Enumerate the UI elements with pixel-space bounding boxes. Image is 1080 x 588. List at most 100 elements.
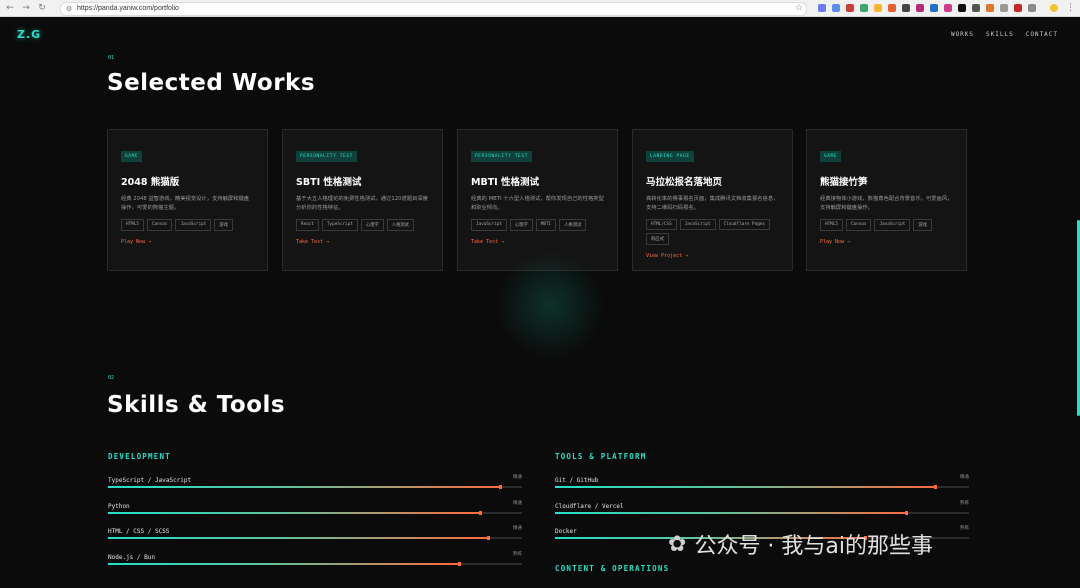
work-card[interactable]: PERSONALITY TEST MBTI 性格测试 经典的 MBTI 十六型人… <box>457 129 618 271</box>
card-link[interactable]: Play Now → <box>121 239 254 245</box>
skill-level: 精通 <box>513 475 522 480</box>
nav-skills-link[interactable]: SKILLS <box>986 31 1014 38</box>
card-tags: React TypeScript 心理学 人格测试 <box>296 219 429 231</box>
extension-icon[interactable] <box>1028 4 1036 12</box>
card-description: 基于大五人格理论的免费性格测试，通过120道题目深度分析你的性格特征。 <box>296 196 428 211</box>
skill-bar-marker <box>486 536 490 540</box>
skill-bar-marker <box>499 485 503 489</box>
card-tag: HTML5 <box>121 219 144 231</box>
skill-level: 精通 <box>513 501 522 506</box>
extension-icon[interactable] <box>888 4 896 12</box>
extension-icon[interactable] <box>944 4 952 12</box>
card-badge: GAME <box>820 151 842 162</box>
card-tag: Canvas <box>146 219 173 231</box>
skill-bar <box>555 511 969 515</box>
work-card[interactable]: LANDING PAGE 马拉松报名落地页 高转化率的赛事报名页面，集成腾讯文档… <box>632 129 793 271</box>
skill-name: Node.js / Bun <box>108 554 155 561</box>
skill-item: TypeScript / JavaScript 精通 <box>108 475 522 497</box>
site-nav: WORKS SKILLS CONTACT <box>951 31 1058 38</box>
skill-category-title: TOOLS & PLATFORM <box>555 452 647 461</box>
card-link[interactable]: Take Test → <box>296 239 429 245</box>
work-card[interactable]: GAME 2048 熊猫版 经典 2048 益智游戏，精美视觉设计，支持触屏和键… <box>107 129 268 271</box>
skills-section-title: Skills & Tools <box>107 392 286 418</box>
card-link[interactable]: Play Now → <box>820 239 953 245</box>
card-tags: HTML5 Canvas JavaScript 游戏 <box>121 219 254 231</box>
skill-bar-marker <box>457 562 461 566</box>
card-title: 马拉松报名落地页 <box>646 177 723 188</box>
extension-icon[interactable] <box>986 4 994 12</box>
extension-icon[interactable] <box>972 4 980 12</box>
card-tag: Cloudflare Pages <box>718 219 770 230</box>
skill-category-title: CONTENT & OPERATIONS <box>555 564 670 573</box>
skill-level: 熟练 <box>513 552 522 557</box>
site-logo[interactable]: Z.G <box>17 28 41 41</box>
skill-item: Node.js / Bun 熟练 <box>108 552 522 574</box>
extension-icon[interactable] <box>902 4 910 12</box>
skill-name: HTML / CSS / SCSS <box>108 528 170 535</box>
card-description: 经典 2048 益智游戏，精美视觉设计，支持触屏和键盘操作，可爱的熊猫主题。 <box>121 196 250 211</box>
card-tag: JavaScript <box>175 219 212 231</box>
card-link[interactable]: Take Test → <box>471 239 604 245</box>
work-card[interactable]: PERSONALITY TEST SBTI 性格测试 基于大五人格理论的免费性格… <box>282 129 443 271</box>
nav-works-link[interactable]: WORKS <box>951 31 974 38</box>
browser-menu-icon[interactable]: ⋮ <box>1066 2 1075 14</box>
extension-icon[interactable] <box>874 4 882 12</box>
skill-bar-fill <box>108 563 460 565</box>
bookmark-star-icon[interactable]: ☆ <box>795 2 803 14</box>
extension-icon[interactable] <box>846 4 854 12</box>
extension-icon[interactable] <box>832 4 840 12</box>
site-info-icon[interactable]: ⚙ <box>66 3 72 15</box>
extension-icon[interactable] <box>930 4 938 12</box>
nav-contact-link[interactable]: CONTACT <box>1026 31 1058 38</box>
extension-icon[interactable] <box>1014 4 1022 12</box>
card-title: MBTI 性格测试 <box>471 177 540 188</box>
skill-name: Cloudflare / Vercel <box>555 503 624 510</box>
extension-icon[interactable] <box>958 4 966 12</box>
card-link[interactable]: View Project → <box>646 253 779 259</box>
extension-icon[interactable] <box>916 4 924 12</box>
skill-bar-marker <box>933 485 937 489</box>
card-badge: PERSONALITY TEST <box>296 151 357 162</box>
reload-icon[interactable]: ↻ <box>36 2 48 14</box>
card-description: 高转化率的赛事报名页面，集成腾讯文档收集报名信息，支持二维码扫码报名。 <box>646 196 779 211</box>
card-tag: 心理学 <box>360 219 384 231</box>
back-icon[interactable]: ← <box>4 2 16 14</box>
extension-icon[interactable] <box>860 4 868 12</box>
works-section-title: Selected Works <box>107 70 316 96</box>
skill-bar-marker <box>904 511 908 515</box>
skill-item: Git / GitHub 精通 <box>555 475 969 497</box>
skill-item: HTML / CSS / SCSS 精通 <box>108 526 522 548</box>
skill-bar-fill <box>555 512 907 514</box>
extension-icon[interactable] <box>818 4 826 12</box>
skill-bar-fill <box>555 486 936 488</box>
skill-bar <box>108 511 522 515</box>
card-tag: Canvas <box>845 219 872 231</box>
skill-bar-fill <box>108 486 502 488</box>
watermark: ✿ 公众号 · 我与ai的那些事 <box>668 528 933 560</box>
skill-name: Git / GitHub <box>555 477 599 484</box>
profile-avatar[interactable] <box>1050 4 1058 12</box>
skill-name: Docker <box>555 528 577 535</box>
address-bar[interactable]: ⚙ https://panda.yaniw.com/portfolio <box>60 2 807 16</box>
card-description: 经典的 MBTI 十六型人格测试，帮你发现自己的性格类型和职业倾向。 <box>471 196 604 211</box>
card-description: 经典接物体小游戏，熊猫角色配合背景音乐，可爱画风，支持触屏和键盘操作。 <box>820 196 953 211</box>
skill-level: 熟练 <box>960 501 969 506</box>
skill-bar-fill <box>108 512 481 514</box>
card-tag: TypeScript <box>321 219 358 231</box>
background-glow <box>495 250 605 360</box>
skill-level: 精通 <box>960 475 969 480</box>
card-title: SBTI 性格测试 <box>296 177 362 188</box>
works-section-number: 01 <box>108 55 115 61</box>
card-tags: HTML5 Canvas JavaScript 游戏 <box>820 219 953 231</box>
watermark-text: 公众号 · 我与ai的那些事 <box>694 534 934 559</box>
card-badge: GAME <box>121 151 143 162</box>
skill-name: TypeScript / JavaScript <box>108 477 192 484</box>
work-card[interactable]: GAME 熊猫接竹笋 经典接物体小游戏，熊猫角色配合背景音乐，可爱画风，支持触屏… <box>806 129 967 271</box>
extension-icon[interactable] <box>1000 4 1008 12</box>
card-title: 2048 熊猫版 <box>121 177 180 188</box>
card-tag: 响应式 <box>646 233 669 245</box>
card-tags: HTML/CSS JavaScript Cloudflare Pages 响应式 <box>646 219 779 245</box>
forward-icon[interactable]: → <box>20 2 32 14</box>
skills-section-number: 02 <box>108 375 115 381</box>
card-tag: JavaScript <box>471 219 507 231</box>
